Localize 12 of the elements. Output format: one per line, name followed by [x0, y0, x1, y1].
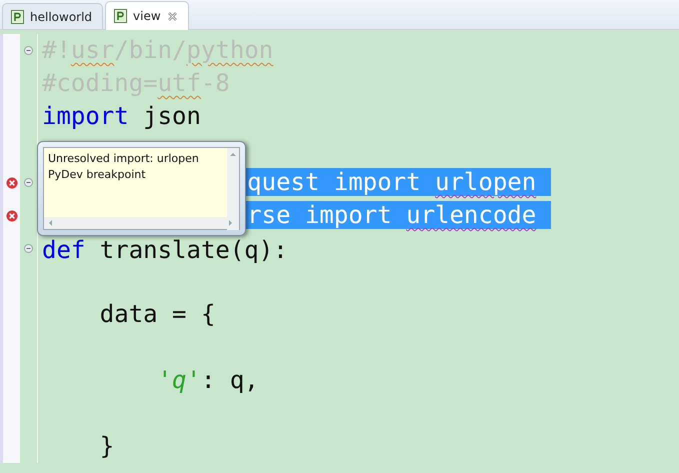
code-line: 'q': q, [156, 366, 259, 394]
code-line: def translate(q): [42, 236, 288, 264]
editor-tab[interactable]: view [105, 1, 189, 30]
python-file-icon [11, 10, 24, 24]
python-file-icon [114, 9, 128, 23]
close-icon [166, 10, 178, 22]
code-line: import json [42, 102, 201, 130]
popup-message: Unresolved import: urlopen [48, 151, 200, 167]
code-line: } [98, 432, 114, 460]
code-line: data = { [98, 300, 216, 328]
editor-tab[interactable]: helloworld [2, 3, 104, 29]
popup-message: PyDev breakpoint [48, 167, 147, 183]
